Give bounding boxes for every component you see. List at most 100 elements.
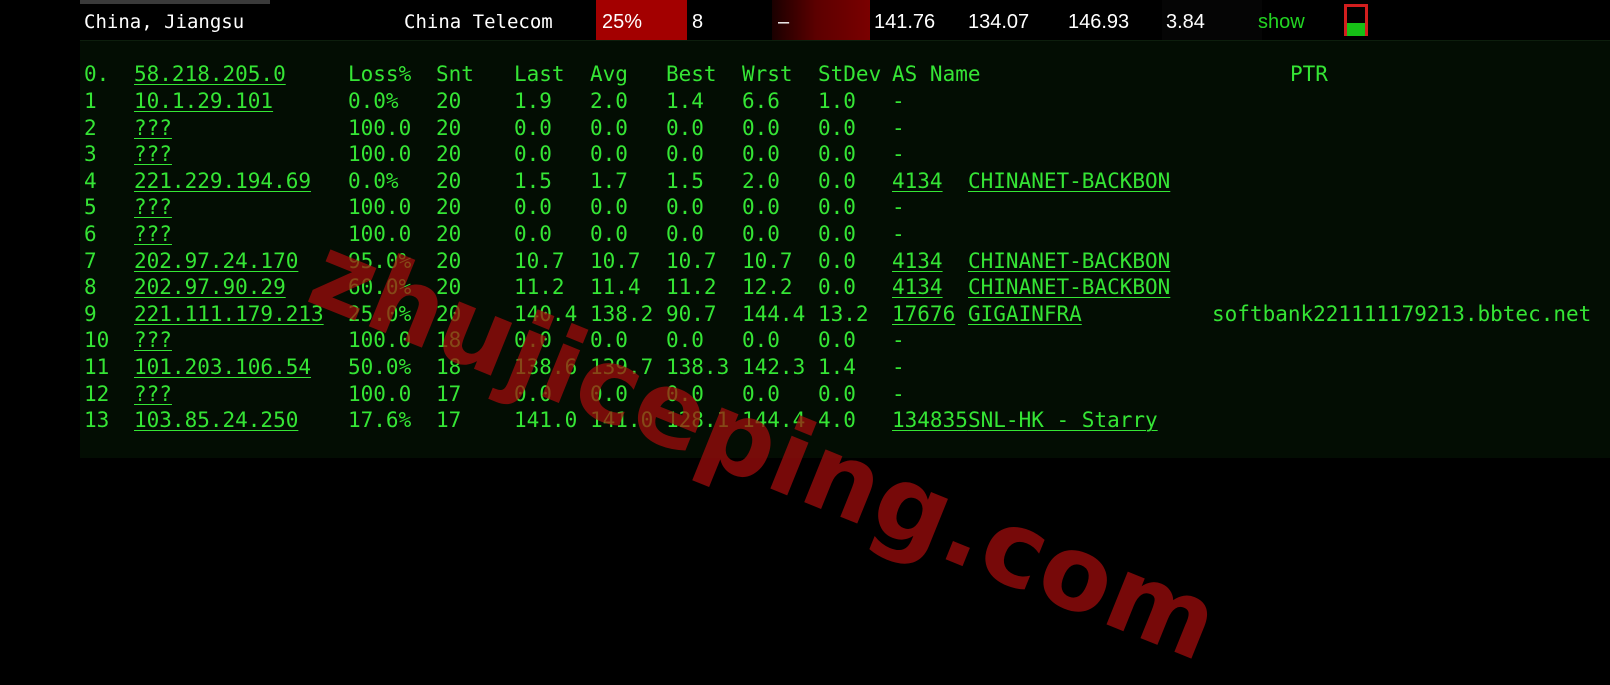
hop-stdev-cell: 0.0 [818,195,856,220]
hop-host-cell[interactable]: 221.111.179.213 [134,301,324,328]
hop-asname-cell[interactable]: SNL-HK - Starry [968,407,1158,434]
hop-loss-cell: 17.6% [348,408,412,433]
hop-wrst-cell: 144.4 [742,408,806,433]
hop-as-cell: - [892,222,905,246]
hop-asname-cell[interactable]: CHINANET-BACKBON [968,274,1170,301]
hop-loss-cell: 100.0 [348,115,412,140]
hop-host-cell[interactable]: ??? [134,194,172,221]
hop-snt-cell: 20 [436,301,462,326]
hop-stdev-cell: 1.4 [818,355,856,379]
hop-wrst-cell: 0.0 [742,222,780,246]
hop-last-cell: 11.2 [514,275,565,300]
latency-bar-cell: – [772,0,870,40]
hop-last-cell: 141.0 [514,408,578,433]
hop-hop-cell: 3 [84,142,97,167]
hop-wrst-cell: 144.4 [742,301,806,326]
hop-loss-cell: 50.0% [348,355,412,379]
hop-hop-cell: 2 [84,115,97,140]
hop-stdev-cell: 13.2 [818,301,869,326]
hop-loss-cell: 100.0 [348,222,412,246]
hop-asname-cell[interactable]: GIGAINFRA [968,301,1082,328]
hop-stdev-cell: 4.0 [818,408,856,433]
result-summary-row: China, Jiangsu China Telecom 25% 8 – 141… [0,0,1610,40]
hop-host-cell[interactable]: ??? [134,221,172,248]
isp-label: China Telecom [404,11,553,33]
hop-best-cell: 0.0 [666,115,704,140]
hop-asname-cell[interactable]: CHINANET-BACKBON [968,168,1170,195]
hop-best-cell: 0.0 [666,328,704,353]
hop-host-cell[interactable]: ??? [134,381,172,408]
header-last: Last [514,62,565,86]
hop-last-cell: 138.6 [514,355,578,379]
hop-avg-cell: 2.0 [590,89,628,113]
hop-best-cell: 1.5 [666,168,704,193]
hop-stdev-cell: 0.0 [818,328,856,353]
hop-avg-cell: 10.7 [590,248,641,273]
hop-host-cell[interactable]: 202.97.90.29 [134,274,286,301]
value-cell-2: 134.07 [968,11,1030,33]
hop-loss-cell: 0.0% [348,89,399,113]
hop-wrst-cell: 0.0 [742,115,780,140]
hop-loss-cell: 100.0 [348,381,412,406]
hop-host-cell[interactable]: 101.203.106.54 [134,354,311,381]
hop-as-cell: - [892,195,905,220]
hop-stdev-cell: 0.0 [818,115,856,140]
hop-host-cell[interactable]: 10.1.29.101 [134,88,273,115]
hop-stdev-cell: 0.0 [818,248,856,273]
header-best: Best [666,62,717,86]
header-stdev: StDev [818,62,882,86]
hop-hop-cell: 4 [84,168,97,193]
hop-avg-cell: 0.0 [590,195,628,220]
hop-hop-cell: 12 [84,381,110,406]
hop-avg-cell: 141.0 [590,408,654,433]
header-target-host[interactable]: 58.218.205.0 [134,61,286,88]
value-cell-3: 146.93 [1068,11,1130,33]
hop-wrst-cell: 12.2 [742,275,793,300]
hop-as-cell: - [892,328,905,353]
value-cell-1: 141.76 [874,11,936,33]
hop-host-cell[interactable]: 202.97.24.170 [134,248,298,275]
hop-snt-cell: 18 [436,355,462,379]
value-cell-4: 3.84 [1162,0,1262,40]
show-link[interactable]: show [1258,0,1305,40]
header-ptr: PTR [1290,62,1328,86]
hop-host-cell[interactable]: 221.229.194.69 [134,168,311,195]
hop-last-cell: 1.9 [514,89,552,113]
hop-host-cell[interactable]: ??? [134,141,172,168]
hop-last-cell: 1.5 [514,168,552,193]
hop-host-cell[interactable]: ??? [134,327,172,354]
hop-loss-cell: 0.0% [348,168,399,193]
hop-host-cell[interactable]: ??? [134,115,172,142]
hop-hop-cell: 9 [84,301,97,326]
hop-last-cell: 0.0 [514,381,552,406]
hop-stdev-cell: 1.0 [818,89,856,113]
hop-best-cell: 0.0 [666,195,704,220]
header-wrst: Wrst [742,62,793,86]
hop-asname-cell[interactable]: CHINANET-BACKBON [968,248,1170,275]
header-avg: Avg [590,62,628,86]
hop-best-cell: 1.4 [666,89,704,113]
hop-avg-cell: 139.7 [590,355,654,379]
hop-host-cell[interactable]: 103.85.24.250 [134,407,298,434]
hop-wrst-cell: 0.0 [742,195,780,220]
hop-best-cell: 0.0 [666,222,704,246]
hop-as-cell: - [892,142,905,167]
hop-hop-cell: 1 [84,89,97,113]
hop-loss-cell: 60.0% [348,275,412,300]
hop-avg-cell: 0.0 [590,142,628,167]
header-as-name: AS Name [892,62,981,86]
hop-as-cell: - [892,355,905,379]
hop-avg-cell: 138.2 [590,301,654,326]
hop-best-cell: 11.2 [666,275,717,300]
hop-stdev-cell: 0.0 [818,275,856,300]
hop-snt-cell: 20 [436,195,462,220]
hop-snt-cell: 20 [436,275,462,300]
hop-stdev-cell: 0.0 [818,142,856,167]
hop-stdev-cell: 0.0 [818,168,856,193]
hop-ptr-cell: softbank221111179213.bbtec.net [1212,301,1592,326]
hop-wrst-cell: 10.7 [742,248,793,273]
hop-hop-cell: 6 [84,222,97,246]
count-cell: 8 [692,11,704,33]
hop-as-cell: - [892,89,905,113]
loss-cell: 25% [596,0,687,40]
